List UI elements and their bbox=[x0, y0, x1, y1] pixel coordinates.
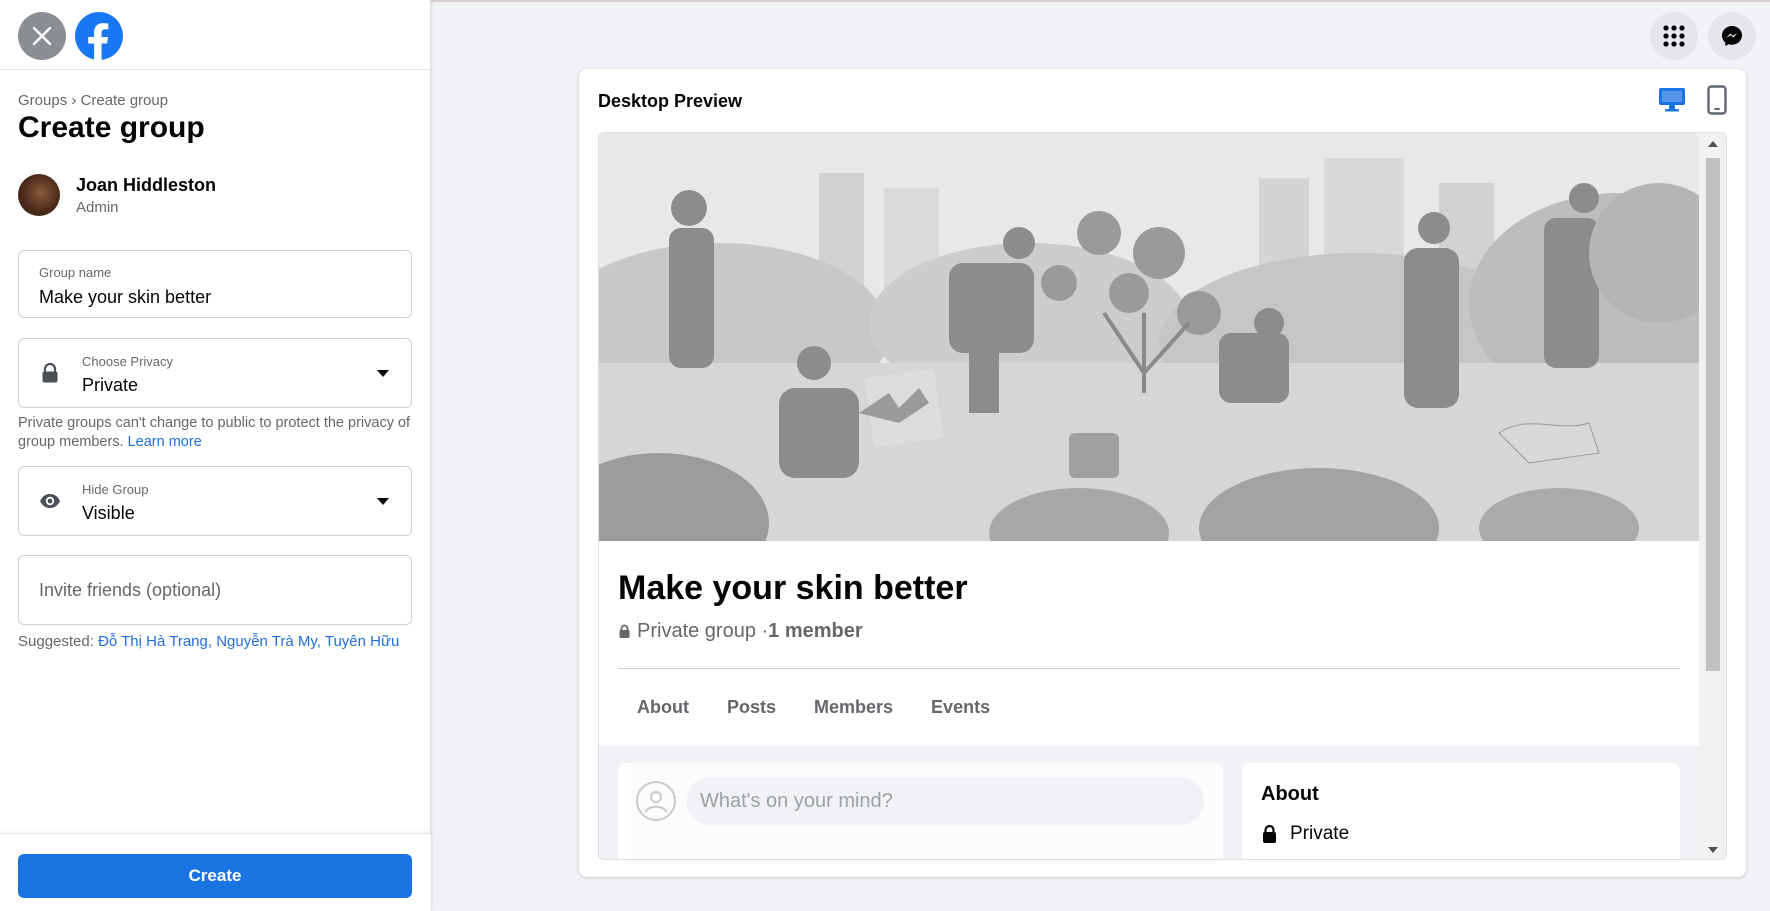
privacy-select[interactable]: Choose Privacy Private bbox=[18, 338, 412, 408]
mobile-icon[interactable] bbox=[1707, 85, 1727, 115]
learn-more-link[interactable]: Learn more bbox=[128, 434, 202, 450]
cover-art bbox=[599, 133, 1699, 541]
privacy-help-text: Private groups can't change to public to… bbox=[18, 414, 412, 452]
scroll-up-arrow[interactable] bbox=[1708, 141, 1718, 147]
menu-button[interactable] bbox=[1650, 12, 1698, 60]
create-group-sidebar: Groups › Create group Create group Joan … bbox=[0, 0, 431, 911]
desktop-icon[interactable] bbox=[1658, 87, 1686, 113]
about-private: Private bbox=[1290, 823, 1350, 844]
group-tabs: About Posts Members Events bbox=[618, 681, 1009, 734]
facebook-logo-icon[interactable] bbox=[75, 12, 123, 60]
about-card: About Private bbox=[1242, 763, 1680, 859]
group-name-label: Group name bbox=[39, 265, 112, 280]
grid-menu-icon bbox=[1663, 25, 1685, 47]
create-button[interactable]: Create bbox=[18, 854, 412, 898]
lock-icon bbox=[1263, 824, 1276, 843]
group-name-field[interactable]: Group name Make your skin better bbox=[18, 250, 412, 318]
preview-frame: Make your skin better Private group · 1 … bbox=[598, 132, 1727, 860]
invite-placeholder: Invite friends (optional) bbox=[39, 580, 222, 600]
avatar bbox=[18, 174, 60, 216]
cover-illustration bbox=[599, 133, 1699, 541]
about-title: About bbox=[1261, 783, 1319, 805]
tab-members[interactable]: Members bbox=[795, 681, 912, 734]
close-icon bbox=[32, 26, 52, 46]
scroll-down-arrow[interactable] bbox=[1708, 847, 1718, 853]
top-border bbox=[431, 0, 1770, 2]
scroll-thumb[interactable] bbox=[1706, 158, 1720, 671]
suggested-friends: Suggested: Đỗ Thị Hà Trang, Nguyễn Trà M… bbox=[18, 633, 399, 650]
member-count: 1 member bbox=[768, 620, 863, 642]
admin-role: Admin bbox=[76, 198, 119, 216]
invite-friends-input[interactable]: Invite friends (optional) bbox=[18, 555, 412, 625]
sidebar-footer: Create bbox=[0, 833, 431, 911]
hide-group-value: Visible bbox=[82, 503, 135, 523]
lock-icon bbox=[42, 362, 58, 383]
lock-icon bbox=[619, 624, 630, 638]
privacy-text: Private group · bbox=[637, 620, 769, 642]
hide-group-label: Hide Group bbox=[82, 482, 149, 497]
close-button[interactable] bbox=[18, 12, 66, 60]
about-privacy-row: Private bbox=[1261, 823, 1349, 845]
suggested-names[interactable]: Đỗ Thị Hà Trang, Nguyễn Trà My, Tuyên Hữ… bbox=[98, 633, 399, 650]
eye-icon bbox=[40, 494, 60, 508]
privacy-value: Private bbox=[82, 375, 139, 395]
composer-input[interactable]: What's on your mind? bbox=[686, 777, 1204, 825]
admin-name: Joan Hiddleston bbox=[76, 174, 217, 195]
privacy-help: Private groups can't change to public to… bbox=[18, 415, 411, 450]
preview-title: Desktop Preview bbox=[598, 91, 743, 111]
breadcrumb[interactable]: Groups › Create group bbox=[18, 92, 168, 109]
tab-posts[interactable]: Posts bbox=[708, 681, 795, 734]
messenger-icon bbox=[1722, 26, 1742, 46]
profile-placeholder-icon bbox=[636, 781, 676, 821]
divider bbox=[618, 668, 1680, 669]
privacy-label: Choose Privacy bbox=[82, 354, 174, 369]
group-header: Make your skin better Private group · 1 … bbox=[599, 541, 1699, 746]
admin-row: Joan Hiddleston Admin bbox=[18, 174, 216, 216]
page-title: Create group bbox=[18, 111, 205, 144]
group-title: Make your skin better bbox=[618, 569, 968, 607]
post-composer: What's on your mind? bbox=[618, 763, 1223, 859]
tab-about[interactable]: About bbox=[618, 681, 708, 734]
group-name-input[interactable]: Make your skin better bbox=[39, 287, 211, 308]
preview-scrollbar[interactable] bbox=[1699, 133, 1726, 859]
preview-content: Make your skin better Private group · 1 … bbox=[599, 133, 1699, 859]
suggested-label: Suggested: bbox=[18, 633, 94, 650]
messenger-button[interactable] bbox=[1708, 12, 1756, 60]
hide-group-select[interactable]: Hide Group Visible bbox=[18, 466, 412, 536]
group-meta: Private group · 1 member bbox=[618, 620, 863, 643]
chevron-down-icon bbox=[377, 498, 389, 505]
tab-events[interactable]: Events bbox=[912, 681, 1009, 734]
sidebar-topbar bbox=[0, 0, 430, 70]
chevron-down-icon bbox=[377, 370, 389, 377]
preview-card: Desktop Preview Make your skin better Pr… bbox=[579, 69, 1746, 877]
